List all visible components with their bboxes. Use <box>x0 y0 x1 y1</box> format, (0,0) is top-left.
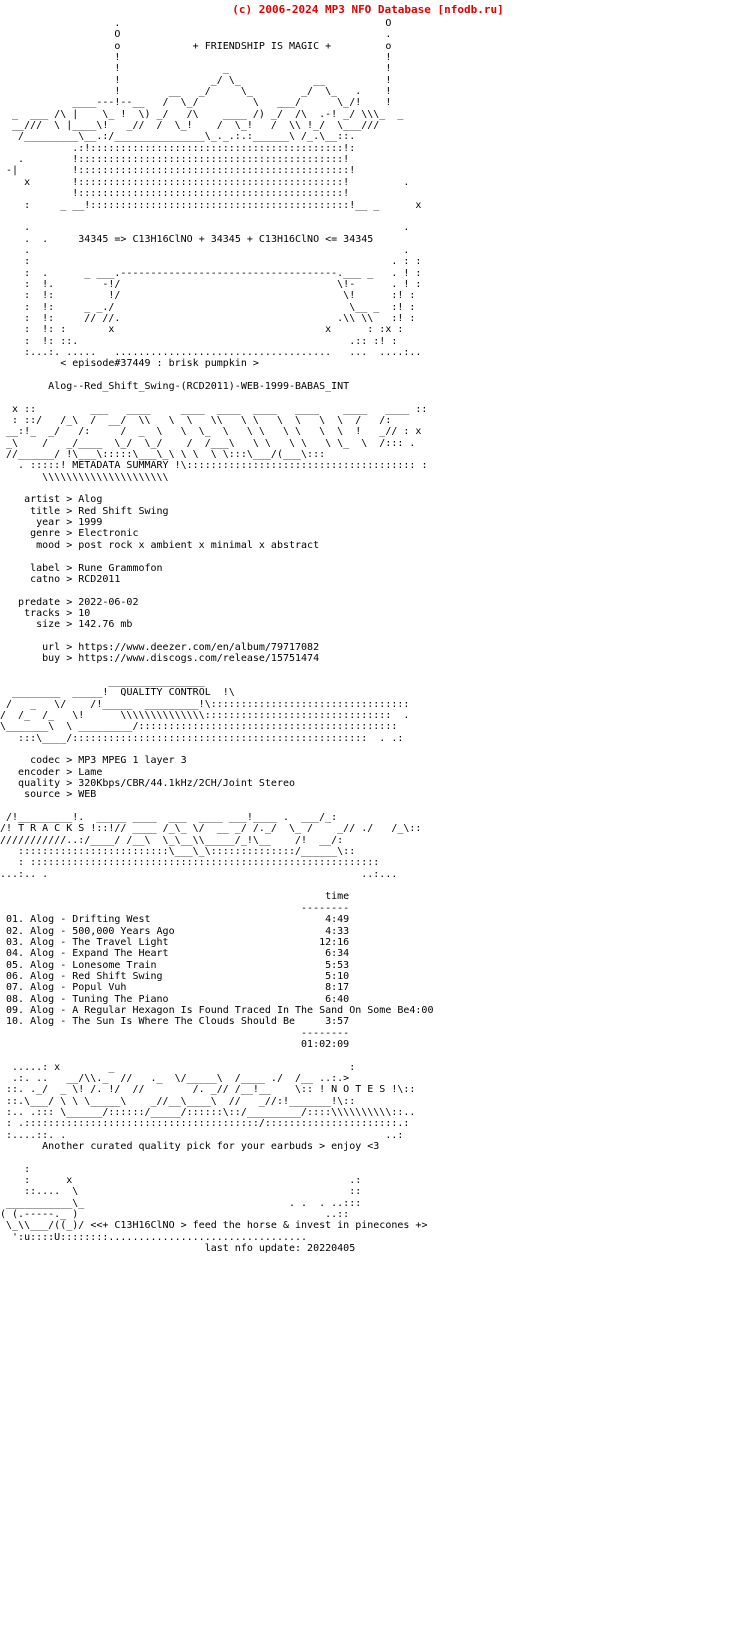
episode-text: < episode#37449 : brisk pumpkin > <box>60 358 259 370</box>
tracklist: time -------- 01. Alog - Drifting West 4… <box>6 891 434 1050</box>
tracks-title: T R A C K S <box>18 823 85 835</box>
notes-banner-art: .....: x _ : .:. .. __/\\._ // ._ \/____… <box>6 1061 416 1141</box>
signature-text: <<+ C13H16ClNO > feed the horse & invest… <box>90 1220 428 1232</box>
notes-title: N O T E S <box>331 1084 386 1096</box>
footer-ascii-art: : : x .: ::.... \ :: ___________\_ . . .… <box>0 1163 428 1243</box>
quality-title: QUALITY CONTROL <box>120 687 211 699</box>
nfodb-copyright-header: (c) 2006-2024 MP3 NFO Database [nfodb.ru… <box>232 3 504 16</box>
notes-message: Another curated quality pick for your ea… <box>42 1141 380 1153</box>
metadata-fields: artist > Alog title > Red Shift Swing ye… <box>18 494 320 665</box>
quality-fields: codec > MP3 MPEG 1 layer 3 encoder > Lam… <box>18 755 296 801</box>
tagline-text: + FRIENDSHIP IS MAGIC + <box>192 40 332 52</box>
release-name: Alog--Red_Shift_Swing-(RCD2011)-WEB-1999… <box>48 381 350 392</box>
last-nfo-update: last nfo update: 20220405 <box>204 1243 356 1255</box>
notes-message-line: Another curated quality pick for your ea… <box>0 1141 736 1152</box>
metadata-banner-art: x :: ___ ____ ____ ____ ____ ____ ____ _… <box>6 403 428 483</box>
episode-line: < episode#37449 : brisk pumpkin > Alog--… <box>0 358 736 392</box>
top-ascii-art: . O O . o + FRIENDSHIP IS MAGIC + o ! ! … <box>6 18 422 358</box>
nfo-document: (c) 2006-2024 MP3 NFO Database [nfodb.ru… <box>0 0 736 1260</box>
metadata-title: METADATA SUMMARY <box>72 460 169 472</box>
quality-banner-art: ________________ ________ _____! QUALITY… <box>0 675 410 744</box>
formula-text: 34345 => C13H16ClNO + 34345 + C13H16ClNO… <box>78 233 374 245</box>
last-update-line: last nfo update: 20220405 <box>0 1243 736 1254</box>
tracks-banner-art: /!_________!. _____ ____ ___ ____ ___!__… <box>0 812 422 880</box>
